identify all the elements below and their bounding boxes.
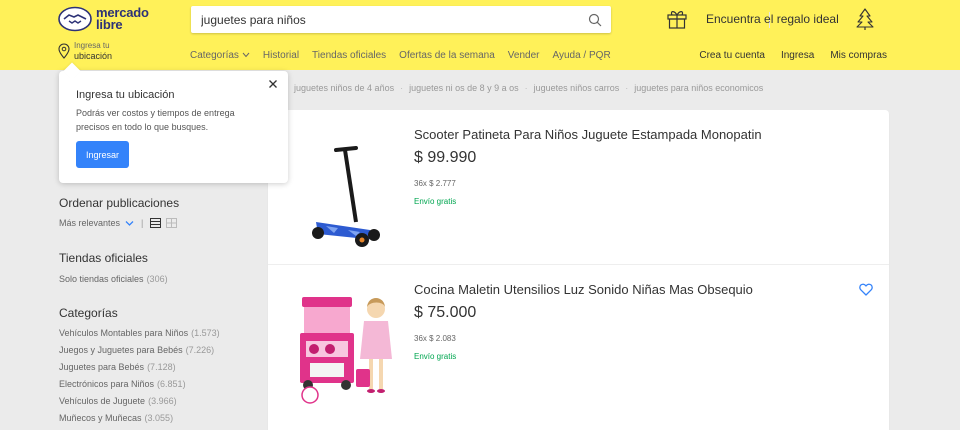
popup-title: Ingresa tu ubicación	[76, 89, 175, 101]
chevron-down-icon	[242, 52, 250, 58]
location-label: ubicación	[74, 51, 113, 61]
sort-separator: |	[141, 218, 144, 228]
official-stores-title: Tiendas oficiales	[59, 251, 148, 265]
nav-official-stores[interactable]: Tiendas oficiales	[312, 50, 386, 61]
mercadolibre-logo[interactable]: mercado libre	[58, 5, 170, 33]
my-purchases-link[interactable]: Mis compras	[830, 50, 887, 61]
results-list: Scooter Patineta Para Niños Juguete Esta…	[268, 110, 889, 430]
location-popup: Ingresa tu ubicación Podrás ver costos y…	[59, 62, 288, 183]
free-shipping-label: Envío gratis	[414, 352, 457, 361]
popup-description: Podrás ver costos y tiempos de entrega p…	[76, 108, 235, 132]
product-image-scooter[interactable]	[290, 122, 410, 252]
category-filter[interactable]: Juguetes para Bebés (7.128)	[59, 362, 176, 372]
heart-icon[interactable]	[859, 283, 873, 296]
free-shipping-label: Envío gratis	[414, 197, 457, 206]
list-view-icon[interactable]	[150, 218, 162, 228]
chevron-down-icon[interactable]	[125, 219, 134, 228]
category-filter[interactable]: Electrónicos para Niños (6.851)	[59, 379, 186, 389]
sort-dropdown[interactable]: Más relevantes	[59, 218, 120, 228]
search-input[interactable]	[191, 6, 577, 33]
location-pin-icon	[58, 43, 70, 59]
nav-help[interactable]: Ayuda / PQR	[552, 50, 610, 61]
logo-text-line2: libre	[96, 17, 123, 32]
sort-row: Más relevantes |	[59, 218, 182, 228]
sort-title: Ordenar publicaciones	[59, 196, 180, 210]
nav-categories[interactable]: Categorías	[190, 50, 250, 61]
account-nav: Crea tu cuenta Ingresa Mis compras	[683, 50, 887, 61]
result-item[interactable]: Scooter Patineta Para Niños Juguete Esta…	[268, 110, 889, 264]
popup-login-button[interactable]: Ingresar	[76, 141, 129, 168]
search-bar	[191, 6, 770, 33]
nav-sell[interactable]: Vender	[508, 50, 540, 61]
location-label-small: Ingresa tu	[74, 41, 110, 50]
christmas-tree-icon[interactable]	[856, 8, 874, 30]
promo-link[interactable]: Encuentra el regalo ideal	[706, 12, 839, 26]
search-icon	[588, 13, 601, 26]
category-filter[interactable]: Vehículos de Juguete (3.966)	[59, 396, 177, 406]
header: mercado libre Encuentra el regalo ideal …	[0, 0, 960, 70]
product-title[interactable]: Cocina Maletin Utensilios Luz Sonido Niñ…	[414, 282, 753, 297]
handshake-logo-icon	[58, 6, 92, 32]
related-search-link[interactable]: juguetes niños carros	[534, 83, 620, 93]
category-filter[interactable]: Muñecos y Muñecas (3.055)	[59, 413, 173, 423]
related-search-link[interactable]: juguetes para niños economicos	[634, 83, 763, 93]
result-item[interactable]: Cocina Maletin Utensilios Luz Sonido Niñ…	[268, 264, 889, 418]
related-search-link[interactable]: juguetes ni os de 8 y 9 a os	[409, 83, 519, 93]
close-icon[interactable]	[268, 79, 278, 89]
category-filter[interactable]: Vehículos Montables para Niños (1.573)	[59, 328, 220, 338]
product-title[interactable]: Scooter Patineta Para Niños Juguete Esta…	[414, 127, 762, 142]
product-image-kitchen[interactable]	[290, 277, 410, 407]
categories-title: Categorías	[59, 306, 118, 320]
login-link[interactable]: Ingresa	[781, 50, 814, 61]
search-button[interactable]	[578, 6, 611, 33]
main-nav: Categorías Historial Tiendas oficiales O…	[190, 50, 624, 61]
create-account-link[interactable]: Crea tu cuenta	[699, 50, 765, 61]
product-installments: 36x $ 2.777	[414, 179, 456, 188]
product-installments: 36x $ 2.083	[414, 334, 456, 343]
related-search-link[interactable]: juguetes niños de 4 años	[294, 83, 394, 93]
category-filter[interactable]: Juegos y Juguetes para Bebés (7.226)	[59, 345, 214, 355]
nav-history[interactable]: Historial	[263, 50, 299, 61]
nav-weekly-deals[interactable]: Ofertas de la semana	[399, 50, 495, 61]
grid-view-icon[interactable]	[166, 218, 178, 228]
related-searches: juguetes niños de 4 años · juguetes ni o…	[294, 83, 764, 93]
gift-icon[interactable]	[666, 8, 688, 30]
product-price: $ 75.000	[414, 304, 477, 321]
location-selector[interactable]: Ingresa tu ubicación	[58, 41, 112, 61]
product-price: $ 99.990	[414, 149, 477, 166]
official-stores-filter[interactable]: Solo tiendas oficiales (306)	[59, 274, 168, 284]
